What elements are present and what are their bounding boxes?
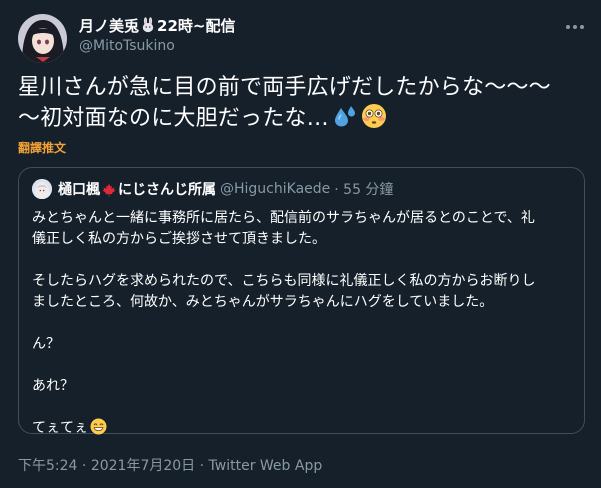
quoted-author-name-prefix: 樋口楓	[58, 182, 100, 198]
quoted-line-teetee: てぇてぇ	[32, 420, 88, 436]
quoted-line: そしたらハグを求められたので、こちらも同様に礼儀正しく私の方からお断りし	[32, 273, 536, 289]
tweet-source-link[interactable]: Twitter Web App	[209, 458, 323, 474]
tweet-time[interactable]: 下午5:24	[18, 458, 77, 474]
author-avatar[interactable]	[18, 14, 67, 63]
sweat-droplets-icon	[332, 105, 358, 138]
rabbit-icon	[140, 17, 156, 33]
grinning-face-icon	[90, 418, 107, 442]
more-dots-icon[interactable]	[560, 14, 590, 40]
meta-separator: ·	[77, 458, 91, 474]
quoted-tweet-time: · 55 分鐘	[334, 182, 394, 198]
meta-separator: ·	[195, 458, 209, 474]
tweet-text: 星川さんが急に目の前で両手広げだしたからな〜〜〜 〜初対面なのに大胆だったな…	[18, 72, 583, 138]
quoted-author-avatar	[32, 179, 52, 199]
quoted-tweet[interactable]: 樋口楓 にじさんじ所属 @HiguchiKaede · 55 分鐘 みとちゃんと…	[18, 167, 585, 436]
author-name-suffix: 22時~配信	[157, 16, 236, 35]
tweet-text-line2: 〜初対面なのに大胆だったな…	[18, 106, 329, 131]
author-name[interactable]: 月ノ美兎 22時~配信	[79, 15, 235, 35]
quoted-line: 儀正しく私の方からご挨拶させて頂きました。	[32, 231, 326, 247]
maple-leaf-icon	[102, 182, 116, 197]
quoted-tweet-text: みとちゃんと一緒に事務所に居たら、配信前のサラちゃんが居るとのことで、礼 儀正し…	[32, 208, 572, 442]
tweet-text-line1: 星川さんが急に目の前で両手広げだしたからな〜〜〜	[18, 75, 551, 100]
tweet: 月ノ美兎 22時~配信 @MitoTsukino 星川さんが急に目の前で両手広げ…	[0, 0, 601, 488]
author-name-prefix: 月ノ美兎	[79, 16, 140, 35]
quoted-author-name-suffix: にじさんじ所属	[118, 182, 216, 198]
flushed-face-icon	[361, 103, 387, 138]
quoted-line: ん？	[32, 336, 60, 352]
quoted-line: ましたところ、何故か、みとちゃんがサラちゃんにハグをしていました。	[32, 294, 494, 310]
quoted-tweet-header: 樋口楓 にじさんじ所属 @HiguchiKaede · 55 分鐘	[32, 179, 393, 199]
quoted-line: みとちゃんと一緒に事務所に居たら、配信前のサラちゃんが居るとのことで、礼	[32, 210, 535, 226]
tweet-meta: 下午5:24 · 2021年7月20日 · Twitter Web App	[18, 455, 322, 475]
tweet-date[interactable]: 2021年7月20日	[91, 458, 195, 474]
quoted-author-handle: @HiguchiKaede	[220, 181, 331, 197]
author-handle[interactable]: @MitoTsukino	[79, 38, 175, 54]
quoted-line: あれ？	[32, 378, 74, 394]
translate-tweet-link[interactable]: 翻譯推文	[18, 139, 66, 156]
quoted-line-last: てぇてぇ	[32, 418, 572, 442]
